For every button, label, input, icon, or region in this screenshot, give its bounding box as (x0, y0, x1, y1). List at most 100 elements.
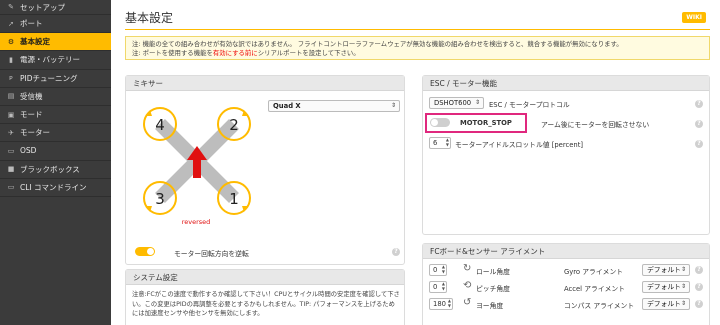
motor-stop-toggle[interactable] (430, 118, 450, 127)
sidebar-item-6[interactable]: ▤ 受信機 (0, 88, 111, 106)
alignment-select[interactable]: デフォルト ⇕ (642, 298, 690, 310)
sidebar: ✎ セットアップ ➚ ポート ⚙ 基本設定 ▮ 電源・バッテリー ᴘ PIDチューニング ▤ 受信機 ▣… (0, 0, 111, 325)
motor-2-label: 2 (229, 116, 239, 134)
wrench-icon: ✎ (8, 3, 14, 11)
reverse-motor-toggle[interactable] (135, 247, 155, 256)
roll-icon: ↻ (463, 263, 472, 274)
chevron-down-icon: ⇕ (680, 300, 686, 307)
help-icon[interactable]: ? (695, 283, 703, 291)
sidebar-item-10[interactable]: ■ ブラックボックス (0, 161, 111, 179)
spinner-icon: ▲ ▼ (445, 137, 449, 147)
motor-stop-description: アーム後にモーターを回転させない (541, 121, 650, 129)
notice-line-2-red: 有効にする前に (212, 49, 258, 57)
pid-icon: ᴘ (9, 74, 13, 83)
sidebar-item-3[interactable]: ⚙ 基本設定 (0, 33, 111, 52)
help-icon[interactable]: ? (695, 140, 703, 148)
system-settings-note: 注意:FCがこの速度で動作するか確認して下さい！CPUとサイクル時間の安定度を確… (132, 291, 400, 317)
mixer-type-value: Quad X (273, 102, 301, 110)
alignment-label: コンパス アライメント (564, 302, 635, 310)
idle-throttle-label: モーターアイドルスロットル値 [percent] (455, 141, 584, 149)
sidebar-item-label: 基本設定 (20, 37, 50, 47)
sidebar-item-1[interactable]: ✎ セットアップ (0, 0, 111, 15)
quad-x-diagram: 4 2 3 1 reversed (143, 107, 251, 226)
sidebar-item-label: 電源・バッテリー (20, 55, 80, 65)
sidebar-item-label: CLI コマンドライン (20, 182, 87, 192)
battery-icon: ▮ (9, 55, 13, 64)
esc-title: ESC / モーター機能 (423, 76, 709, 91)
angle-label: ピッチ角度 (476, 285, 510, 293)
spinner-icon: ▲ ▼ (447, 298, 451, 308)
sidebar-item-2[interactable]: ➚ ポート (0, 15, 111, 34)
sidebar-item-8[interactable]: ✈ モーター (0, 124, 111, 143)
angle-input[interactable]: 0 ▲ ▼ (429, 281, 447, 293)
receiver-icon: ▤ (7, 92, 15, 101)
sidebar-item-label: 受信機 (20, 91, 43, 101)
main-content: 基本設定 WIKI 注: 機能の全ての組み合わせが有効な訳ではありません。 フラ… (111, 0, 720, 325)
sidebar-item-label: ブラックボックス (20, 164, 80, 174)
sidebar-item-label: OSD (20, 146, 37, 156)
motor-1-label: 1 (229, 190, 239, 208)
reversed-label: reversed (182, 218, 211, 226)
esc-protocol-label: ESC / モータープロトコル (489, 101, 570, 109)
angle-label: ヨー角度 (476, 302, 504, 310)
sidebar-item-label: セットアップ (20, 2, 65, 12)
chevron-down-icon: ⇕ (680, 266, 686, 273)
fc-alignment-panel: FCボード&センサー アライメント 0 ▲ ▼ ↻ ロール角度 Gyro アライメント デフ… (422, 243, 710, 325)
blackbox-icon: ■ (7, 165, 15, 174)
alignment-select[interactable]: デフォルト ⇕ (642, 264, 690, 276)
cli-icon: ▭ (7, 183, 15, 192)
notice-box: 注: 機能の全ての組み合わせが有効な訳ではありません。 フライトコントローラファ… (125, 36, 710, 60)
system-settings-title: システム設定 (126, 270, 404, 285)
alignment-label: Accel アライメント (564, 285, 626, 293)
plug-icon: ➚ (8, 19, 14, 28)
wiki-button[interactable]: WIKI (682, 12, 706, 23)
alignment-value: デフォルト (647, 283, 681, 291)
sidebar-item-label: モーター (20, 128, 50, 138)
mixer-panel: ミキサー 4 2 3 1 reversed Quad X ⇕ モーター回転方向を逆… (125, 75, 405, 265)
esc-panel: ESC / モーター機能 DSHOT600 ⇕ ESC / モータープロトコル ?… (422, 75, 710, 235)
sidebar-item-5[interactable]: ᴘ PIDチューニング (0, 70, 111, 88)
notice-line-2-pre: 注: ポートを使用する機能を (132, 49, 213, 57)
title-divider (125, 29, 710, 30)
help-icon[interactable]: ? (695, 100, 703, 108)
alignment-value: デフォルト (647, 300, 681, 308)
motor-3-label: 3 (155, 190, 165, 208)
help-icon[interactable]: ? (695, 120, 703, 128)
chevron-down-icon: ⇕ (390, 102, 396, 109)
fc-alignment-title: FCボード&センサー アライメント (423, 244, 709, 259)
idle-throttle-value: 6 (433, 139, 438, 147)
chevron-down-icon: ⇕ (474, 99, 480, 106)
sidebar-item-11[interactable]: ▭ CLI コマンドライン (0, 179, 111, 197)
mixer-type-select[interactable]: Quad X ⇕ (268, 100, 400, 112)
osd-icon: ▭ (7, 146, 15, 155)
angle-label: ロール角度 (476, 268, 510, 276)
pitch-icon: ⟲ (463, 280, 472, 291)
sidebar-item-7[interactable]: ▣ モード (0, 106, 111, 125)
yaw-icon: ↺ (463, 297, 472, 308)
motor-stop-label: MOTOR_STOP (460, 119, 512, 127)
angle-input[interactable]: 0 ▲ ▼ (429, 264, 447, 276)
help-icon[interactable]: ? (695, 266, 703, 274)
notice-line-1: 注: 機能の全ての組み合わせが有効な訳ではありません。 フライトコントローラファ… (132, 40, 623, 48)
angle-value: 0 (433, 266, 438, 274)
sidebar-item-9[interactable]: ▭ OSD (0, 142, 111, 161)
idle-throttle-input[interactable]: 6 ▲ ▼ (429, 137, 451, 149)
system-settings-panel: システム設定 注意:FCがこの速度で動作するか確認して下さい！CPUとサイクル時… (125, 269, 405, 325)
help-icon[interactable]: ? (695, 300, 703, 308)
angle-value: 180 (433, 300, 446, 308)
angle-input[interactable]: 180 ▲ ▼ (429, 298, 453, 310)
motor-4-label: 4 (155, 116, 165, 134)
alignment-select[interactable]: デフォルト ⇕ (642, 281, 690, 293)
mixer-title: ミキサー (126, 76, 404, 91)
sidebar-item-4[interactable]: ▮ 電源・バッテリー (0, 51, 111, 70)
sidebar-item-label: ポート (20, 19, 43, 29)
notice-line-2-post: シリアルポートを設定して下さい。 (257, 49, 360, 57)
help-icon[interactable]: ? (392, 248, 400, 256)
alignment-label: Gyro アライメント (564, 268, 624, 276)
gear-icon: ⚙ (7, 37, 15, 46)
alignment-value: デフォルト (647, 266, 681, 274)
chevron-down-icon: ⇕ (680, 283, 686, 290)
modes-icon: ▣ (7, 110, 15, 119)
spinner-icon: ▲ ▼ (441, 264, 445, 274)
esc-protocol-select[interactable]: DSHOT600 ⇕ (429, 97, 484, 109)
